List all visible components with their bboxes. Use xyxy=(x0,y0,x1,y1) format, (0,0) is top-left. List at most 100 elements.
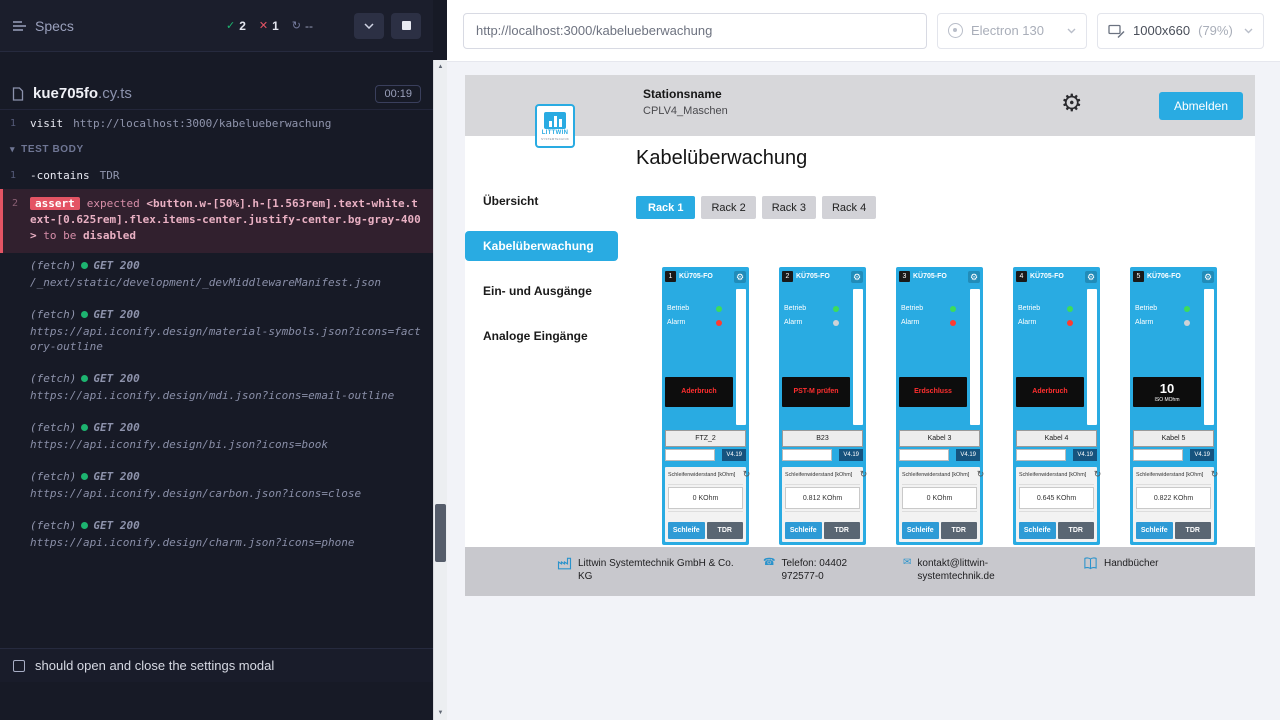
version-badge: V4.19 xyxy=(1190,449,1214,461)
cable-indicator xyxy=(1087,289,1097,425)
command-visit[interactable]: 1visithttp://localhost:3000/kabelueberwa… xyxy=(0,112,433,135)
tdr-button[interactable]: TDR xyxy=(1058,522,1095,539)
collapse-panel-button[interactable] xyxy=(354,13,384,39)
fetch-log-entry[interactable]: (fetch)GET 200 https://api.iconify.desig… xyxy=(0,513,433,555)
spec-name[interactable]: kue705fo.cy.ts xyxy=(33,85,132,102)
status-display: 10ISO MOhm xyxy=(1133,377,1201,407)
cypress-reporter-panel: Specs ✓2 ✕1 ↻-- kue705fo.cy.ts 00:19 1vi… xyxy=(0,0,433,720)
app-main: Kabelüberwachung Rack 1 Rack 2 Rack 3 Ra… xyxy=(620,136,1255,596)
app-sidebar-nav: Übersicht Kabelüberwachung Ein- und Ausg… xyxy=(465,136,620,596)
resistance-value: 0.822 KOhm xyxy=(1136,487,1211,509)
chevron-down-icon: ▾ xyxy=(10,144,15,155)
refresh-icon[interactable]: ↻ xyxy=(977,470,985,479)
device-gear-icon[interactable]: ⚙ xyxy=(734,271,746,283)
version-field xyxy=(665,449,715,461)
viewport-select[interactable]: 1000x660 (79%) xyxy=(1097,13,1264,49)
stat-failed: ✕1 xyxy=(259,19,279,33)
test-box-icon xyxy=(13,660,25,672)
url-input[interactable] xyxy=(463,13,927,49)
refresh-icon[interactable]: ↻ xyxy=(1094,470,1102,479)
reporter-scrollbar[interactable]: ▲ ▼ xyxy=(433,60,447,720)
status-200-dot xyxy=(81,375,88,382)
betrieb-led xyxy=(1184,306,1190,312)
resistance-section: Schleifenwiderstand [kOhm]↻ 0.822 KOhm S… xyxy=(1133,467,1214,542)
device-model: KÜ705-FO xyxy=(1030,273,1085,280)
command-contains[interactable]: 1-containsTDR xyxy=(0,164,433,187)
fetch-log-entry[interactable]: (fetch)GET 200 https://api.iconify.desig… xyxy=(0,415,433,457)
alarm-led xyxy=(716,320,722,326)
status-200-dot xyxy=(81,473,88,480)
settings-gear-icon[interactable]: ⚙ xyxy=(1061,89,1083,119)
status-display: Aderbruch xyxy=(665,377,733,407)
device-gear-icon[interactable]: ⚙ xyxy=(851,271,863,283)
viewport-size: 1000x660 xyxy=(1133,23,1190,38)
specs-nav-link[interactable]: Specs xyxy=(12,18,74,34)
fetch-log-entry[interactable]: (fetch)GET 200 https://api.iconify.desig… xyxy=(0,366,433,408)
nav-item-kabelueberwachung[interactable]: Kabelüberwachung xyxy=(465,231,618,261)
alarm-led xyxy=(1067,320,1073,326)
refresh-icon[interactable]: ↻ xyxy=(1211,470,1219,479)
nav-item-analoge-eingaenge[interactable]: Analoge Eingänge xyxy=(465,321,620,351)
aut-frame: LITTWIN SYSTEMTECHNIK Stationsname CPLV4… xyxy=(465,75,1255,596)
tdr-button[interactable]: TDR xyxy=(707,522,744,539)
resistance-value: 0.645 KOhm xyxy=(1019,487,1094,509)
schleife-button[interactable]: Schleife xyxy=(668,522,705,539)
stop-tests-button[interactable] xyxy=(391,13,421,39)
nav-item-ein-und-ausgaenge[interactable]: Ein- und Ausgänge xyxy=(465,276,620,306)
aut-stage: LITTWIN SYSTEMTECHNIK Stationsname CPLV4… xyxy=(447,62,1280,720)
status-200-dot xyxy=(81,424,88,431)
spec-header-row: kue705fo.cy.ts 00:19 xyxy=(0,78,433,110)
tab-rack-3[interactable]: Rack 3 xyxy=(762,196,816,219)
logout-button[interactable]: Abmelden xyxy=(1159,92,1243,120)
schleife-button[interactable]: Schleife xyxy=(1019,522,1056,539)
nav-item-uebersicht[interactable]: Übersicht xyxy=(465,186,620,216)
device-gear-icon[interactable]: ⚙ xyxy=(968,271,980,283)
tdr-button[interactable]: TDR xyxy=(824,522,861,539)
status-display: Aderbruch xyxy=(1016,377,1084,407)
device-gear-icon[interactable]: ⚙ xyxy=(1202,271,1214,283)
device-gear-icon[interactable]: ⚙ xyxy=(1085,271,1097,283)
device-model: KÜ705-FO xyxy=(796,273,851,280)
tdr-button[interactable]: TDR xyxy=(941,522,978,539)
scroll-down-arrow[interactable]: ▼ xyxy=(434,707,447,719)
tdr-button[interactable]: TDR xyxy=(1175,522,1212,539)
tab-rack-1[interactable]: Rack 1 xyxy=(636,196,695,219)
betrieb-led xyxy=(833,306,839,312)
next-test-row[interactable]: should open and close the settings modal xyxy=(0,648,433,682)
schleife-button[interactable]: Schleife xyxy=(1136,522,1173,539)
test-body-toggle[interactable]: ▾ TEST BODY xyxy=(0,135,433,164)
resistance-section: Schleifenwiderstand [kOhm]↻ 0 KOhm Schle… xyxy=(899,467,980,542)
resistance-section: Schleifenwiderstand [kOhm]↻ 0 KOhm Schle… xyxy=(665,467,746,542)
check-icon: ✓ xyxy=(226,19,235,32)
footer-company: Littwin Systemtechnik GmbH & Co. KG xyxy=(557,557,738,583)
viewport-zoom: (79%) xyxy=(1198,23,1233,38)
tab-rack-4[interactable]: Rack 4 xyxy=(822,196,876,219)
reporter-header: Specs ✓2 ✕1 ↻-- xyxy=(0,0,433,52)
browser-select[interactable]: Electron 130 xyxy=(937,13,1087,49)
tab-rack-2[interactable]: Rack 2 xyxy=(701,196,755,219)
stat-pending: ↻-- xyxy=(292,19,313,33)
fetch-log-entry[interactable]: (fetch)GET 200 https://api.iconify.desig… xyxy=(0,464,433,506)
schleife-button[interactable]: Schleife xyxy=(785,522,822,539)
fetch-log-entry[interactable]: (fetch)GET 200 /_next/static/development… xyxy=(0,253,433,295)
device-number: 4 xyxy=(1016,271,1027,282)
footer-manuals-link[interactable]: Handbücher xyxy=(1083,557,1158,571)
fetch-log-entry[interactable]: (fetch)GET 200 https://api.iconify.desig… xyxy=(0,302,433,359)
schleife-button[interactable]: Schleife xyxy=(902,522,939,539)
status-display: Erdschluss xyxy=(899,377,967,407)
scrollbar-thumb[interactable] xyxy=(435,504,446,562)
version-badge: V4.19 xyxy=(1073,449,1097,461)
factory-icon xyxy=(557,556,572,571)
command-assert-failed[interactable]: 2assertexpected <button.w-[50%].h-[1.563… xyxy=(0,189,433,253)
refresh-icon[interactable]: ↻ xyxy=(743,470,751,479)
logo-bars-icon xyxy=(544,112,566,129)
spec-file-icon xyxy=(12,87,24,101)
cable-indicator xyxy=(970,289,980,425)
scroll-up-arrow[interactable]: ▲ xyxy=(434,61,447,73)
device-cards: 1 KÜ705-FO ⚙ Betrieb Alarm Aderbruch xyxy=(636,267,1255,545)
version-field xyxy=(1133,449,1183,461)
email-icon: ✉ xyxy=(903,556,911,569)
test-body-label: TEST BODY xyxy=(21,144,84,155)
refresh-icon[interactable]: ↻ xyxy=(860,470,868,479)
page-title: Kabelüberwachung xyxy=(636,147,1255,170)
